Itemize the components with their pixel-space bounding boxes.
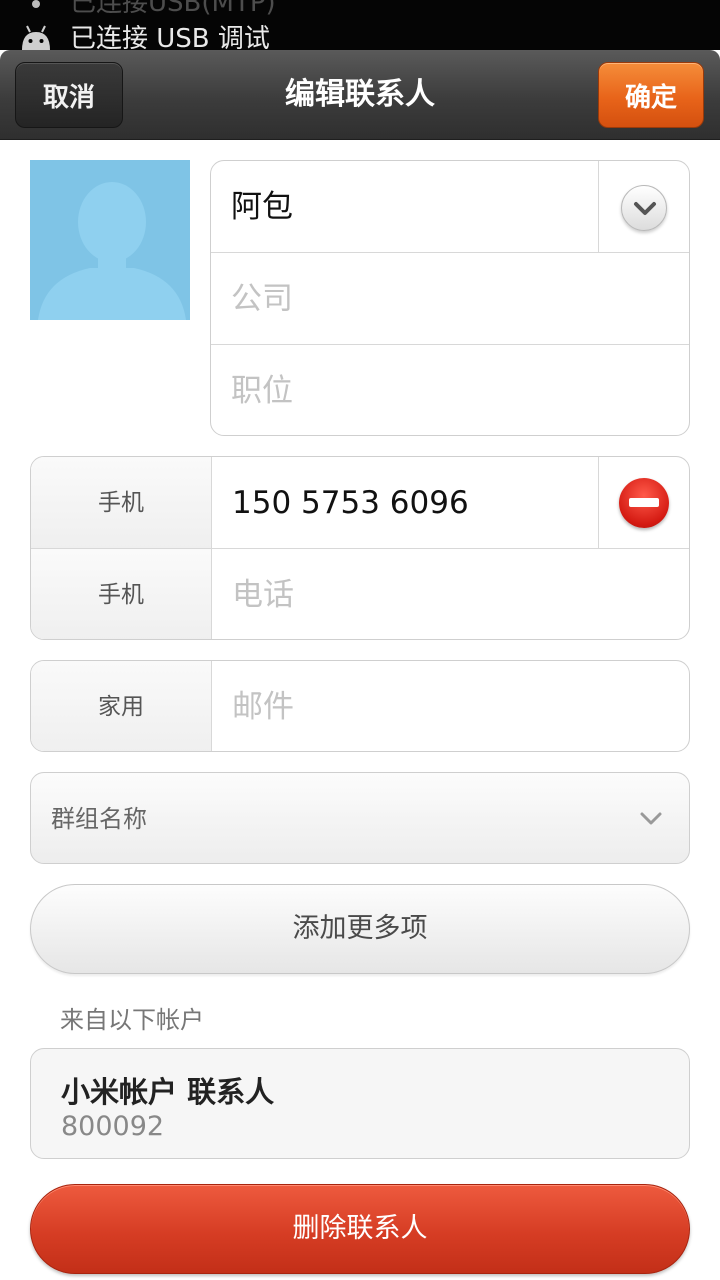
delete-contact-button[interactable]: 删除联系人 — [30, 1184, 690, 1274]
phone-type-selector[interactable]: 手机 — [31, 457, 212, 549]
title-bar: 编辑联系人 取消 确定 — [0, 50, 720, 140]
phone-number-field[interactable]: 150 5753 6096 — [232, 457, 469, 549]
name-field[interactable]: 阿包 — [231, 161, 293, 253]
group-name-select[interactable]: 群组名称 — [30, 772, 690, 864]
account-section-heading: 来自以下帐户 — [60, 1006, 204, 1034]
email-type-selector[interactable]: 家用 — [31, 661, 212, 751]
confirm-button[interactable]: 确定 — [598, 62, 704, 128]
phone-fields-group: 手机 150 5753 6096 手机 电话 — [30, 456, 690, 640]
contact-avatar[interactable] — [30, 160, 190, 320]
status-partial-text: 已连接USB(MTP) — [70, 0, 276, 18]
divider — [598, 161, 599, 253]
company-field[interactable]: 公司 — [231, 253, 293, 345]
email-row: 家用 邮件 — [31, 661, 689, 751]
cancel-button[interactable]: 取消 — [15, 62, 123, 128]
add-more-fields-button[interactable]: 添加更多项 — [30, 884, 690, 974]
expand-name-button[interactable] — [621, 185, 667, 231]
email-field[interactable]: 邮件 — [232, 661, 294, 751]
notification-dot — [32, 0, 40, 8]
account-name: 小米帐户 联系人 — [61, 1075, 275, 1109]
divider — [598, 457, 599, 549]
group-name-label: 群组名称 — [51, 805, 147, 833]
account-id: 800092 — [61, 1111, 165, 1142]
company-row: 公司 — [211, 252, 689, 344]
phone-row: 手机 电话 — [31, 548, 689, 639]
default-person-icon — [30, 160, 190, 320]
usb-debug-notification: 已连接 USB 调试 — [70, 24, 270, 50]
android-icon — [22, 25, 50, 50]
remove-phone-button[interactable] — [619, 478, 669, 528]
chevron-down-icon — [640, 812, 662, 825]
phone-type-selector[interactable]: 手机 — [31, 549, 212, 639]
job-title-row: 职位 — [211, 344, 689, 435]
account-card: 小米帐户 联系人 800092 — [30, 1048, 690, 1159]
name-row: 阿包 — [211, 161, 689, 253]
status-bar: 已连接USB(MTP) 已连接 USB 调试 — [0, 0, 720, 50]
name-fields-group: 阿包 公司 职位 — [210, 160, 690, 436]
phone-row: 手机 150 5753 6096 — [31, 457, 689, 549]
chevron-down-icon — [634, 202, 656, 215]
job-title-field[interactable]: 职位 — [231, 345, 293, 435]
email-fields-group: 家用 邮件 — [30, 660, 690, 752]
phone-number-field[interactable]: 电话 — [232, 549, 294, 639]
